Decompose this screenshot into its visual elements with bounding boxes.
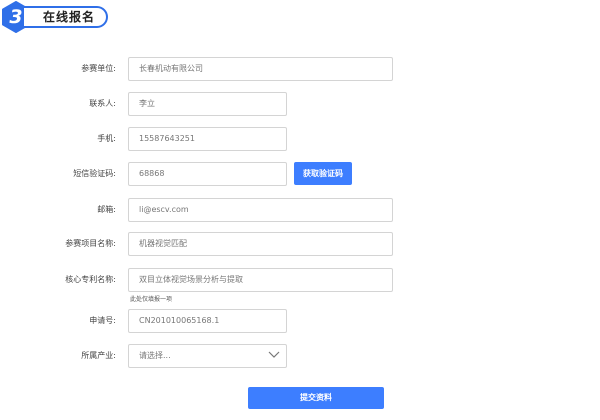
industry-label: 所属产业:: [81, 351, 116, 360]
email-label: 邮箱:: [97, 205, 116, 214]
application-label: 申请号:: [89, 316, 116, 325]
patent-name-input[interactable]: 双目立体视觉场景分析与提取: [128, 268, 393, 292]
project-name-input[interactable]: 机器视觉匹配: [128, 232, 393, 256]
row-sms: 短信验证码: 68868 获取验证码: [0, 162, 600, 186]
unit-input[interactable]: 长春机动有限公司: [128, 57, 393, 81]
row-phone: 手机: 15587643251: [0, 127, 600, 151]
row-application: 申请号: CN201010065168.1: [0, 309, 600, 333]
contact-label: 联系人:: [89, 99, 116, 108]
row-email: 邮箱: li@escv.com: [0, 198, 600, 222]
phone-label: 手机:: [97, 134, 116, 143]
industry-select[interactable]: 请选择...: [128, 344, 287, 368]
row-project: 参赛项目名称: 机器视觉匹配: [0, 232, 600, 256]
section-header: 3 在线报名: [0, 0, 600, 36]
contact-input[interactable]: 李立: [128, 92, 287, 116]
chevron-down-icon: [268, 351, 280, 358]
phone-input[interactable]: 15587643251: [128, 127, 287, 151]
project-label: 参赛项目名称:: [65, 239, 116, 248]
application-number-input[interactable]: CN201010065168.1: [128, 309, 287, 333]
row-contact: 联系人: 李立: [0, 92, 600, 116]
row-unit: 参赛单位: 长春机动有限公司: [0, 57, 600, 81]
row-patent: 核心专利名称: 双目立体视觉场景分析与提取: [0, 268, 600, 292]
industry-select-value: 请选择...: [139, 351, 171, 360]
step-number: 3: [9, 6, 23, 28]
patent-hint: 此处仅填报一项: [130, 296, 173, 303]
submit-button[interactable]: 提交资料: [248, 387, 384, 409]
page-title: 在线报名: [43, 10, 96, 24]
row-industry: 所属产业: 请选择...: [0, 344, 600, 368]
sms-label: 短信验证码:: [73, 169, 116, 178]
email-input[interactable]: li@escv.com: [128, 198, 393, 222]
get-code-button[interactable]: 获取验证码: [294, 162, 352, 185]
patent-label: 核心专利名称:: [65, 275, 116, 284]
unit-label: 参赛单位:: [81, 64, 116, 73]
sms-code-input[interactable]: 68868: [128, 162, 287, 186]
